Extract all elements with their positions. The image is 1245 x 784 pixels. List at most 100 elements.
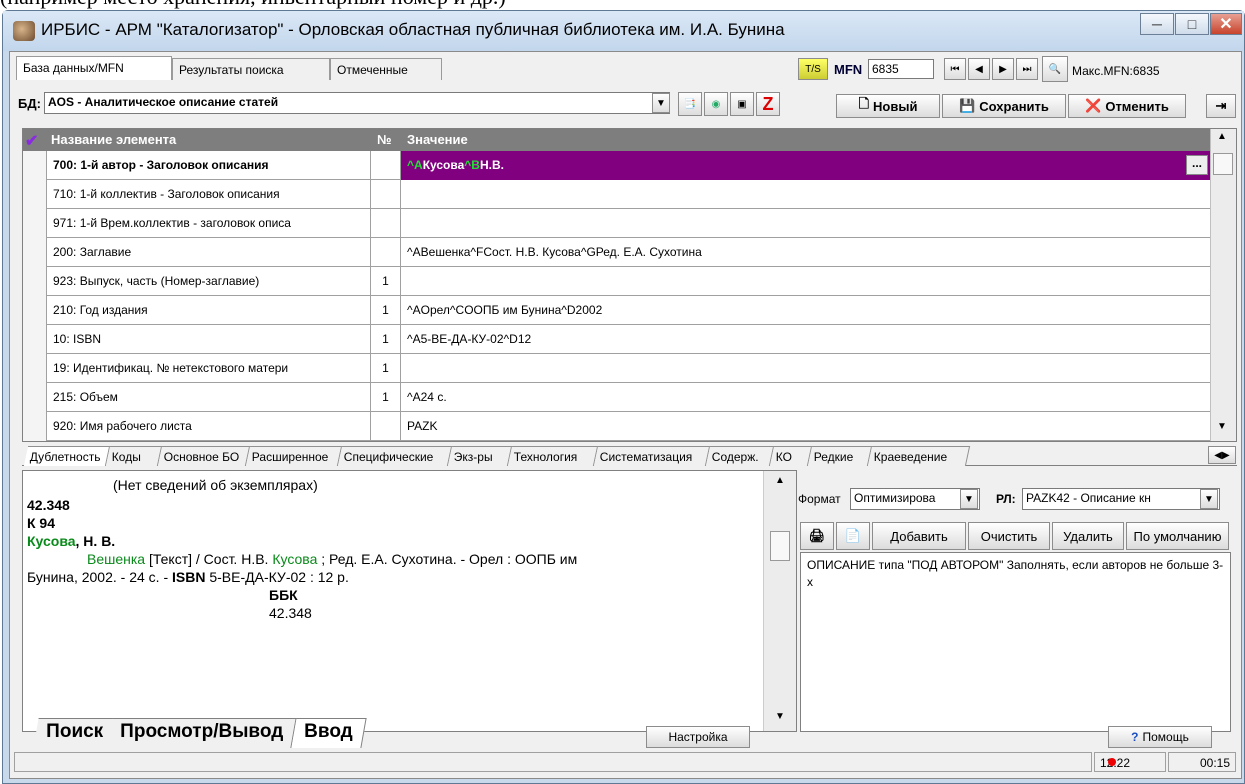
row-marker[interactable] — [23, 151, 47, 180]
first-record-button[interactable]: ⏮ — [944, 58, 966, 80]
close-button[interactable]: ✕ — [1210, 13, 1242, 35]
table-row[interactable]: 920: Имя рабочего листа PAZK — [23, 412, 1210, 441]
worksheet-dropdown-chevron-icon[interactable]: ▼ — [1200, 489, 1218, 509]
table-row[interactable]: 10: ISBN 1 ^A5-ВЕ-ДА-КУ-02^D12 — [23, 325, 1210, 354]
author-heading: Кусова, Н. В. — [27, 533, 116, 549]
worksheet-tab[interactable]: КО — [769, 446, 813, 466]
row-value[interactable]: ^A24 с. — [401, 383, 1210, 412]
tab-database-mfn[interactable]: База данных/MFN — [16, 56, 172, 80]
row-value[interactable] — [401, 354, 1210, 383]
row-value[interactable] — [401, 267, 1210, 296]
maximize-button[interactable]: □ — [1175, 13, 1209, 35]
worksheet-tab[interactable]: Экз-ры — [447, 446, 513, 466]
row-marker[interactable] — [23, 412, 47, 441]
table-row[interactable]: 710: 1-й коллектив - Заголовок описания — [23, 180, 1210, 209]
tab-search[interactable]: Поиск — [33, 718, 117, 748]
last-record-button[interactable]: ⏭ — [1016, 58, 1038, 80]
save-button[interactable]: 💾 Сохранить — [942, 94, 1066, 118]
next-record-button[interactable]: ▶ — [992, 58, 1014, 80]
worksheet-tab[interactable]: Основное БО — [157, 446, 251, 466]
image-icon[interactable]: ▣ — [730, 92, 754, 116]
tab-marked[interactable]: Отмеченные — [330, 58, 442, 80]
row-element-name: 971: 1-й Врем.коллектив - заголовок опис… — [47, 209, 371, 238]
scroll-thumb[interactable] — [1213, 153, 1233, 175]
keyboard-layout-icon[interactable]: T/S — [798, 58, 828, 80]
row-marker[interactable] — [23, 209, 47, 238]
default-button[interactable]: По умолчанию — [1126, 522, 1229, 550]
cancel-button[interactable]: ❌ Отменить — [1068, 94, 1186, 118]
preview-scrollbar[interactable]: ▲ ▼ — [763, 471, 796, 731]
value-part: Н.В. — [479, 158, 504, 172]
record-search-icon[interactable]: 🔍 — [1042, 56, 1068, 82]
globe-icon[interactable]: ◉ — [704, 92, 728, 116]
row-marker[interactable] — [23, 238, 47, 267]
header-value: Значение — [407, 132, 468, 147]
row-marker[interactable] — [23, 383, 47, 412]
worksheet-tab[interactable]: Систематизация — [593, 446, 711, 466]
row-marker[interactable] — [23, 267, 47, 296]
row-value[interactable] — [401, 209, 1210, 238]
add-button[interactable]: Добавить — [872, 522, 966, 550]
tabs-scroll-icon[interactable]: ◀▶ — [1208, 446, 1236, 464]
row-marker[interactable] — [23, 354, 47, 383]
clear-button[interactable]: Очистить — [968, 522, 1050, 550]
table-row[interactable]: 19: Идентификац. № нетекстового матери 1 — [23, 354, 1210, 383]
worksheet-select[interactable]: PAZK42 - Описание кн — [1022, 488, 1220, 510]
worksheet-tab[interactable]: Специфические — [337, 446, 453, 466]
row-value[interactable]: ^AКусова^BН.В.... — [401, 151, 1210, 180]
worksheet-tab[interactable]: Расширенное — [245, 446, 343, 466]
table-row[interactable]: 215: Объем 1 ^A24 с. — [23, 383, 1210, 412]
table-row[interactable]: 200: Заглавие ^AВешенка^FСост. Н.В. Кусов… — [23, 238, 1210, 267]
row-value[interactable]: ^A5-ВЕ-ДА-КУ-02^D12 — [401, 325, 1210, 354]
format-dropdown-chevron-icon[interactable]: ▼ — [960, 489, 978, 509]
row-number — [371, 151, 401, 180]
worksheet-tab[interactable]: Краеведение — [867, 446, 971, 466]
row-marker[interactable] — [23, 180, 47, 209]
db-label: БД: — [18, 96, 41, 111]
db-dropdown-chevron-icon[interactable]: ▼ — [652, 93, 670, 113]
table-row[interactable]: 923: Выпуск, часть (Номер-заглавие) 1 — [23, 267, 1210, 296]
scroll-up-icon[interactable]: ▲ — [1217, 131, 1227, 142]
row-value[interactable]: ^AОрел^CООПБ им Бунина^D2002 — [401, 296, 1210, 325]
delete-button[interactable]: Удалить — [1052, 522, 1124, 550]
row-number — [371, 180, 401, 209]
table-row[interactable]: 700: 1-й автор - Заголовок описания ^AКус… — [23, 151, 1210, 180]
mfn-label: MFN — [834, 62, 863, 77]
worksheet-tab[interactable]: Технология — [507, 446, 599, 466]
worksheet-tab[interactable]: Редкие — [807, 446, 873, 466]
prev-record-button[interactable]: ◀ — [968, 58, 990, 80]
check-icon[interactable]: ✔ — [25, 131, 47, 151]
worksheet-tab[interactable]: Содерж. — [705, 446, 775, 466]
help-button[interactable]: ? Помощь — [1108, 726, 1212, 748]
row-value[interactable]: ^AВешенка^FСост. Н.В. Кусова^GРед. Е.А. … — [401, 238, 1210, 267]
export-icon[interactable]: 📄 — [836, 522, 870, 550]
tab-view-output[interactable]: Просмотр/Вывод — [107, 718, 297, 748]
db-select[interactable]: AOS - Аналитическое описание статей — [44, 92, 670, 114]
minimize-button[interactable]: ─ — [1140, 13, 1174, 35]
preview-scroll-thumb[interactable] — [770, 531, 790, 561]
settings-button[interactable]: Настройка — [646, 726, 750, 748]
row-value[interactable] — [401, 180, 1210, 209]
preview-scroll-up-icon[interactable]: ▲ — [775, 475, 785, 486]
worksheet-tab[interactable]: Дублетность — [23, 446, 111, 466]
grid-scrollbar[interactable]: ▲ ▼ — [1210, 129, 1236, 441]
table-row[interactable]: 210: Год издания 1 ^AОрел^CООПБ им Бунина^… — [23, 296, 1210, 325]
tab-search-results[interactable]: Результаты поиска — [172, 58, 330, 80]
worksheet-tab[interactable]: Коды — [105, 446, 163, 466]
preview-scroll-down-icon[interactable]: ▼ — [775, 711, 785, 722]
row-value[interactable]: PAZK — [401, 412, 1210, 441]
mfn-input[interactable]: 6835 — [868, 59, 934, 79]
tab-input[interactable]: Ввод — [291, 718, 367, 748]
print-icon[interactable]: 🖨 — [800, 522, 834, 550]
db-copy-icon[interactable]: 📑 — [678, 92, 702, 116]
description-line-2: Бунина, 2002. - 24 с. - ISBN 5-ВЕ-ДА-КУ-… — [27, 569, 349, 585]
row-marker[interactable] — [23, 325, 47, 354]
scroll-down-icon[interactable]: ▼ — [1217, 421, 1227, 432]
table-row[interactable]: 971: 1-й Врем.коллектив - заголовок опис… — [23, 209, 1210, 238]
row-marker[interactable] — [23, 296, 47, 325]
new-record-button[interactable]: 🗋 Новый — [836, 94, 940, 118]
row-number — [371, 412, 401, 441]
ellipsis-button[interactable]: ... — [1186, 155, 1208, 175]
z3950-icon[interactable]: Z — [756, 92, 780, 116]
exit-icon[interactable]: ⇥ — [1206, 94, 1236, 118]
